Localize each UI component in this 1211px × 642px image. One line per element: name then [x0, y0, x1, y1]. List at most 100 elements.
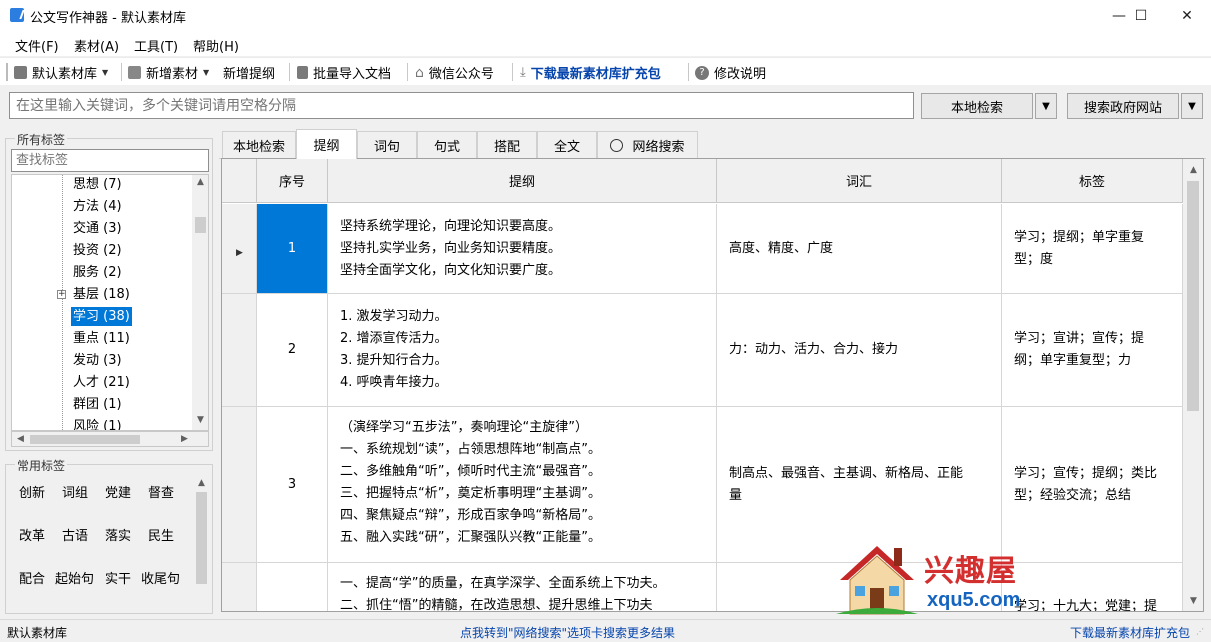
tree-item[interactable]: 交通 (3) — [71, 219, 124, 238]
tag-tree: 思想 (7) 方法 (4) 交通 (3) 投资 (2) 服务 (2) + 基层 … — [11, 174, 209, 431]
batch-import-button[interactable]: 批量导入文档 — [297, 63, 391, 82]
tab-outline[interactable]: 提纲 — [296, 129, 357, 159]
menu-material[interactable]: 素材(A) — [74, 36, 119, 55]
expand-icon[interactable]: + — [57, 290, 66, 299]
tree-item[interactable]: 方法 (4) — [71, 197, 124, 216]
tab-collocations[interactable]: 搭配 — [477, 131, 537, 158]
common-tag[interactable]: 党建 — [105, 482, 131, 501]
cell-number[interactable]: 3 — [257, 407, 328, 563]
search-input[interactable] — [9, 92, 914, 119]
menu-tools[interactable]: 工具(T) — [134, 36, 178, 55]
status-web-search-link[interactable]: 点我转到"网络搜索"选项卡搜索更多结果 — [460, 624, 675, 641]
common-tag[interactable]: 创新 — [19, 482, 45, 501]
cell-number[interactable] — [257, 563, 328, 611]
tab-local-search[interactable]: 本地检索 — [222, 131, 296, 158]
cell-words[interactable]: 力：动力、活力、合力、接力 — [717, 294, 1002, 407]
close-button[interactable]: ✕ — [1164, 0, 1210, 32]
home-icon: ⌂ — [415, 64, 424, 81]
tree-item-selected[interactable]: 学习 (38) — [71, 307, 132, 326]
scroll-thumb[interactable] — [195, 217, 206, 233]
app-icon — [10, 8, 24, 22]
window-title: 公文写作神器 - 默认素材库 — [30, 11, 186, 26]
local-search-button[interactable]: 本地检索 — [921, 93, 1033, 119]
changelog-button[interactable]: ? 修改说明 — [695, 63, 766, 82]
tree-item[interactable]: 人才 (21) — [71, 373, 132, 392]
tree-item[interactable]: 思想 (7) — [71, 175, 124, 194]
cell-tags[interactable]: 学习；提纲；单字重复 型；度 — [1002, 204, 1183, 294]
gov-search-button[interactable]: 搜索政府网站 — [1067, 93, 1179, 119]
scroll-down-icon[interactable]: ▼ — [1185, 596, 1202, 606]
cell-number[interactable]: 1 — [257, 204, 328, 294]
tab-sentence-patterns[interactable]: 句式 — [417, 131, 477, 158]
cell-outline[interactable]: 1. 激发学习动力。 2. 增添宣传活力。 3. 提升知行合力。 4. 呼唤青年… — [328, 294, 717, 407]
download-pack-link[interactable]: ⤓ 下载最新素材库扩充包 — [520, 63, 661, 82]
common-tag[interactable]: 督查 — [148, 482, 174, 501]
library-dropdown[interactable]: 默认素材库 ▼ — [14, 63, 108, 82]
cell-tags[interactable]: 学习；宣讲；宣传；提 纲；单字重复型；力 — [1002, 294, 1183, 407]
tree-horizontal-scrollbar[interactable]: ◀ ▶ — [11, 431, 209, 447]
cell-outline[interactable]: （演绎学习“五步法”，奏响理论“主旋律”） 一、系统规划“读”，占领思想阵地“制… — [328, 407, 717, 563]
menu-file[interactable]: 文件(F) — [15, 36, 59, 55]
column-header-outline[interactable]: 提纲 — [328, 159, 717, 203]
tree-item[interactable]: 基层 (18) — [71, 285, 132, 304]
scroll-down-icon[interactable]: ▼ — [192, 415, 208, 425]
row-selector[interactable] — [222, 563, 257, 611]
scroll-thumb[interactable] — [30, 435, 140, 444]
tree-item[interactable]: 群团 (1) — [71, 395, 124, 414]
scroll-right-icon[interactable]: ▶ — [176, 434, 193, 444]
maximize-button[interactable]: ☐ — [1118, 0, 1164, 32]
add-material-button[interactable]: 新增素材 ▼ — [128, 63, 209, 82]
add-outline-button[interactable]: 新增提纲 — [223, 63, 275, 82]
tree-item[interactable]: 风险 (1) — [71, 417, 124, 430]
status-download-link[interactable]: 下载最新素材库扩充包 — [1070, 624, 1190, 641]
local-search-dropdown[interactable]: ▼ — [1035, 93, 1057, 119]
tab-web-search[interactable]: 网络搜索 — [597, 131, 698, 158]
cell-number[interactable]: 2 — [257, 294, 328, 407]
download-pack-label: 下载最新素材库扩充包 — [530, 67, 661, 82]
scroll-thumb[interactable] — [1187, 181, 1199, 411]
tree-item[interactable]: 服务 (2) — [71, 263, 124, 282]
tree-item[interactable]: 投资 (2) — [71, 241, 124, 260]
row-selector[interactable] — [222, 407, 257, 563]
common-tag[interactable]: 实干 — [105, 568, 131, 587]
scroll-thumb[interactable] — [196, 492, 207, 584]
cell-outline[interactable]: 一、提高“学”的质量，在真学深学、全面系统上下功夫。 二、抓住“悟”的精髓，在改… — [328, 563, 717, 611]
resize-grip-icon[interactable]: ⋰ — [1196, 626, 1207, 637]
row-header-corner — [222, 159, 257, 203]
scroll-up-icon[interactable]: ▲ — [194, 478, 209, 488]
tree-item[interactable]: 重点 (11) — [71, 329, 132, 348]
cell-words-text: 制高点、最强音、主基调、新格局、正能 量 — [729, 466, 964, 503]
scroll-left-icon[interactable]: ◀ — [12, 434, 29, 444]
scroll-up-icon[interactable]: ▲ — [1185, 165, 1202, 175]
column-header-tags[interactable]: 标签 — [1002, 159, 1183, 203]
tab-fulltext[interactable]: 全文 — [537, 131, 597, 158]
column-header-words[interactable]: 词汇 — [717, 159, 1002, 203]
menu-help[interactable]: 帮助(H) — [193, 36, 239, 55]
tag-filter-input[interactable] — [11, 149, 209, 172]
cell-outline[interactable]: 坚持系统学理论，向理论知识要高度。 坚持扎实学业务，向业务知识要精度。 坚持全面… — [328, 204, 717, 294]
cell-outline-text: （演绎学习“五步法”，奏响理论“主旋律”） 一、系统规划“读”，占领思想阵地“制… — [340, 420, 601, 545]
common-tag[interactable]: 起始句 — [55, 568, 94, 587]
grid-vertical-scrollbar[interactable]: ▲ ▼ — [1183, 159, 1203, 611]
row-selector[interactable]: ▶ — [222, 204, 257, 294]
status-bar: 默认素材库 点我转到"网络搜索"选项卡搜索更多结果 下载最新素材库扩充包 ⋰ — [0, 619, 1211, 642]
tree-vertical-scrollbar[interactable]: ▲ ▼ — [192, 175, 208, 430]
common-tag[interactable]: 民生 — [148, 525, 174, 544]
row-selector[interactable] — [222, 294, 257, 407]
common-tag[interactable]: 词组 — [62, 482, 88, 501]
menu-bar: 文件(F) 素材(A) 工具(T) 帮助(H) — [0, 32, 1211, 56]
common-tag[interactable]: 古语 — [62, 525, 88, 544]
toolbar-separator — [688, 63, 689, 81]
tree-item[interactable]: 发动 (3) — [71, 351, 124, 370]
common-tag[interactable]: 收尾句 — [141, 568, 180, 587]
gov-search-dropdown[interactable]: ▼ — [1181, 93, 1203, 119]
wechat-button[interactable]: ⌂ 微信公众号 — [415, 63, 494, 83]
common-tags-scrollbar[interactable]: ▲ — [194, 476, 209, 609]
common-tag[interactable]: 落实 — [105, 525, 131, 544]
tab-phrases[interactable]: 词句 — [357, 131, 417, 158]
common-tag[interactable]: 配合 — [19, 568, 45, 587]
common-tag[interactable]: 改革 — [19, 525, 45, 544]
scroll-up-icon[interactable]: ▲ — [192, 177, 208, 187]
column-header-number[interactable]: 序号 — [257, 159, 328, 203]
cell-words[interactable]: 高度、精度、广度 — [717, 204, 1002, 294]
